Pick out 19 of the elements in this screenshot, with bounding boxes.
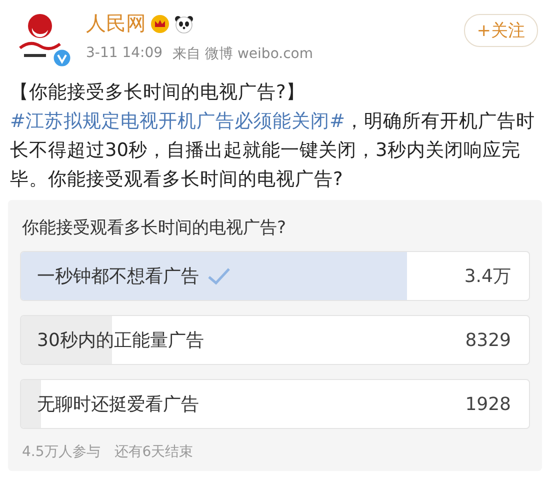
- hashtag-link[interactable]: #江苏拟规定电视开机广告必须能关闭#: [10, 111, 346, 132]
- panda-icon: [174, 14, 194, 34]
- time-remaining: 还有6天结束: [114, 443, 194, 461]
- poll-question: 你能接受观看多长时间的电视广告?: [22, 217, 288, 239]
- vote-count: 8329: [465, 330, 511, 350]
- check-icon: [207, 266, 231, 286]
- option-label: 30秒内的正能量广告: [37, 329, 204, 352]
- poll-option[interactable]: 一秒钟都不想看广告 3.4万: [20, 251, 530, 301]
- vote-count: 3.4万: [464, 265, 511, 288]
- poll-option[interactable]: 30秒内的正能量广告 8329: [20, 315, 530, 365]
- post-source: 来自 微博 weibo.com: [172, 45, 313, 63]
- post-text: 【你能接受多长时间的电视广告?】 #江苏拟规定电视开机广告必须能关闭#，明确所有开机广告时长不得超过30秒，自播出起就能一键关闭，3秒内关闭响应完毕。你能接受观看多长时间的电视广告?: [10, 81, 536, 192]
- crown-icon: [150, 14, 170, 34]
- poll-option[interactable]: 无聊时还挺爱看广告 1928: [20, 379, 530, 429]
- option-label: 无聊时还挺爱看广告: [37, 393, 199, 416]
- participant-count: 4.5万人参与: [22, 443, 100, 461]
- post-time: 3-11 14:09: [86, 45, 163, 63]
- vote-count: 1928: [465, 394, 511, 414]
- option-label: 一秒钟都不想看广告: [37, 265, 199, 288]
